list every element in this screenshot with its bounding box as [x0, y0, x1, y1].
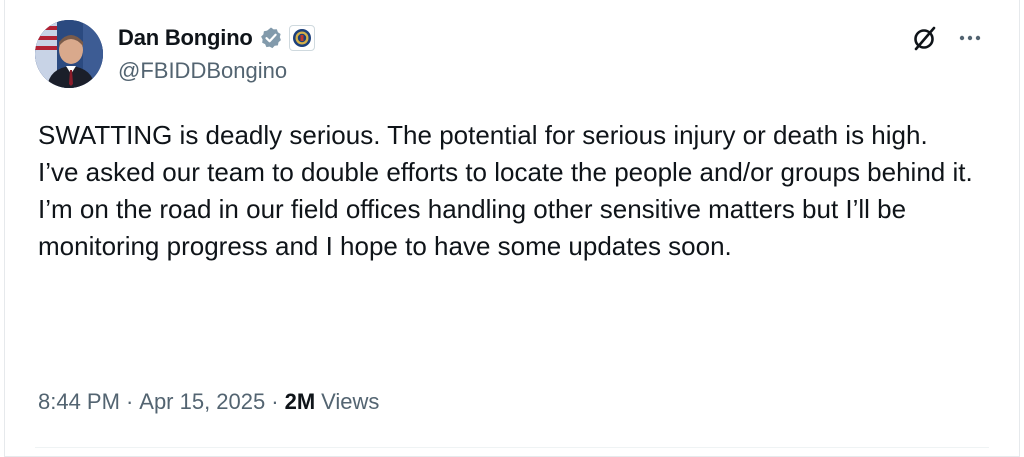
views-label[interactable]: Views: [321, 389, 379, 415]
avatar[interactable]: [35, 20, 103, 88]
grok-icon[interactable]: [911, 24, 939, 52]
more-icon[interactable]: [955, 24, 985, 52]
meta-separator: ·: [271, 389, 279, 414]
meta-separator: ·: [125, 389, 134, 414]
author-display-name[interactable]: Dan Bongino: [118, 25, 253, 51]
tweet-card: Dan Bongino @FBIDDBongino SWATTING is de…: [4, 0, 1020, 457]
fbi-seal-icon[interactable]: [288, 25, 315, 51]
tweet-metadata: 8:44 PM · Apr 15, 2025 · 2M Views: [38, 389, 379, 415]
verified-badge-icon[interactable]: [259, 26, 283, 50]
author-name-row: Dan Bongino: [118, 23, 315, 53]
tweet-date[interactable]: Apr 15, 2025: [139, 389, 265, 415]
views-count[interactable]: 2M: [285, 389, 316, 415]
divider: [35, 447, 989, 448]
tweet-time[interactable]: 8:44 PM: [38, 389, 120, 415]
author-handle[interactable]: @FBIDDBongino: [118, 58, 287, 84]
tweet-text: SWATTING is deadly serious. The potentia…: [38, 120, 973, 261]
